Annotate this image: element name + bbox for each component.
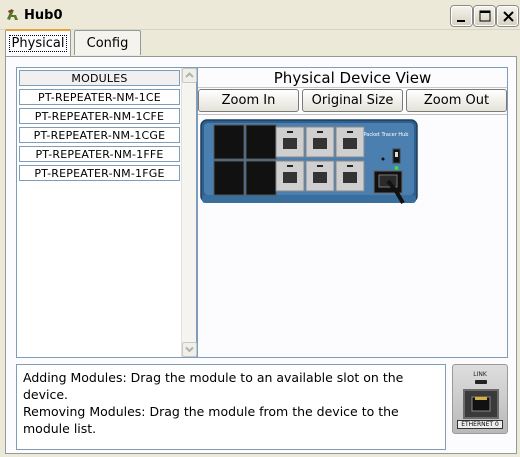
maximize-button[interactable] bbox=[474, 6, 495, 26]
chevron-up-icon bbox=[185, 72, 194, 78]
device-canvas[interactable]: Packet Tracer Hub bbox=[198, 114, 507, 357]
link-led-icon bbox=[475, 380, 487, 384]
window-title: Hub0 bbox=[24, 8, 63, 23]
tab-physical[interactable]: Physical bbox=[5, 29, 71, 56]
module-item[interactable]: PT-REPEATER-NM-1CE bbox=[19, 89, 180, 105]
zoom-out-button[interactable]: Zoom Out bbox=[406, 89, 507, 112]
device-view-title: Physical Device View bbox=[198, 68, 507, 88]
modules-header: MODULES bbox=[19, 70, 180, 86]
modules-list[interactable]: MODULES PT-REPEATER-NM-1CE PT-REPEATER-N… bbox=[16, 67, 197, 358]
tab-config[interactable]: Config bbox=[74, 30, 141, 55]
module-preview: LINK ETHERNET 0 bbox=[452, 364, 508, 434]
tab-bar: Physical Config bbox=[0, 29, 520, 56]
zoom-in-button[interactable]: Zoom In bbox=[198, 89, 299, 112]
instructions-text: Adding Modules: Drag the module to an av… bbox=[16, 364, 446, 450]
title-bar: Hub0 bbox=[0, 0, 520, 30]
device-brand-label: Packet Tracer Hub bbox=[364, 132, 409, 138]
ethernet-port-icon bbox=[463, 389, 499, 419]
module-item[interactable]: PT-REPEATER-NM-1FGE bbox=[19, 165, 180, 181]
maximize-icon bbox=[479, 10, 491, 22]
ethernet-port-label: ETHERNET 0 bbox=[457, 420, 503, 429]
adding-modules-text: Adding Modules: Drag the module to an av… bbox=[23, 370, 404, 402]
tab-config-label: Config bbox=[86, 35, 129, 51]
minimize-icon bbox=[457, 20, 465, 22]
scroll-down-button[interactable] bbox=[182, 342, 197, 357]
original-size-button[interactable]: Original Size bbox=[302, 89, 403, 112]
module-item[interactable]: PT-REPEATER-NM-1CFE bbox=[19, 108, 180, 124]
module-item[interactable]: PT-REPEATER-NM-1CGE bbox=[19, 127, 180, 143]
hub-device-image: Packet Tracer Hub bbox=[200, 119, 418, 205]
removing-modules-text: Removing Modules: Drag the module from t… bbox=[23, 404, 399, 436]
close-button[interactable] bbox=[497, 6, 518, 26]
close-icon bbox=[503, 11, 514, 22]
modules-scrollbar[interactable] bbox=[181, 68, 197, 357]
chevron-down-icon bbox=[185, 346, 194, 353]
tab-physical-label: Physical bbox=[8, 35, 68, 52]
cisco-bridge-icon bbox=[7, 9, 18, 20]
scroll-up-button[interactable] bbox=[182, 68, 197, 83]
link-label: LINK bbox=[473, 371, 487, 378]
physical-device-view: Physical Device View Zoom In Original Si… bbox=[197, 67, 508, 358]
power-led-icon bbox=[381, 157, 385, 161]
minimize-button[interactable] bbox=[451, 6, 472, 26]
module-item[interactable]: PT-REPEATER-NM-1FFE bbox=[19, 146, 180, 162]
